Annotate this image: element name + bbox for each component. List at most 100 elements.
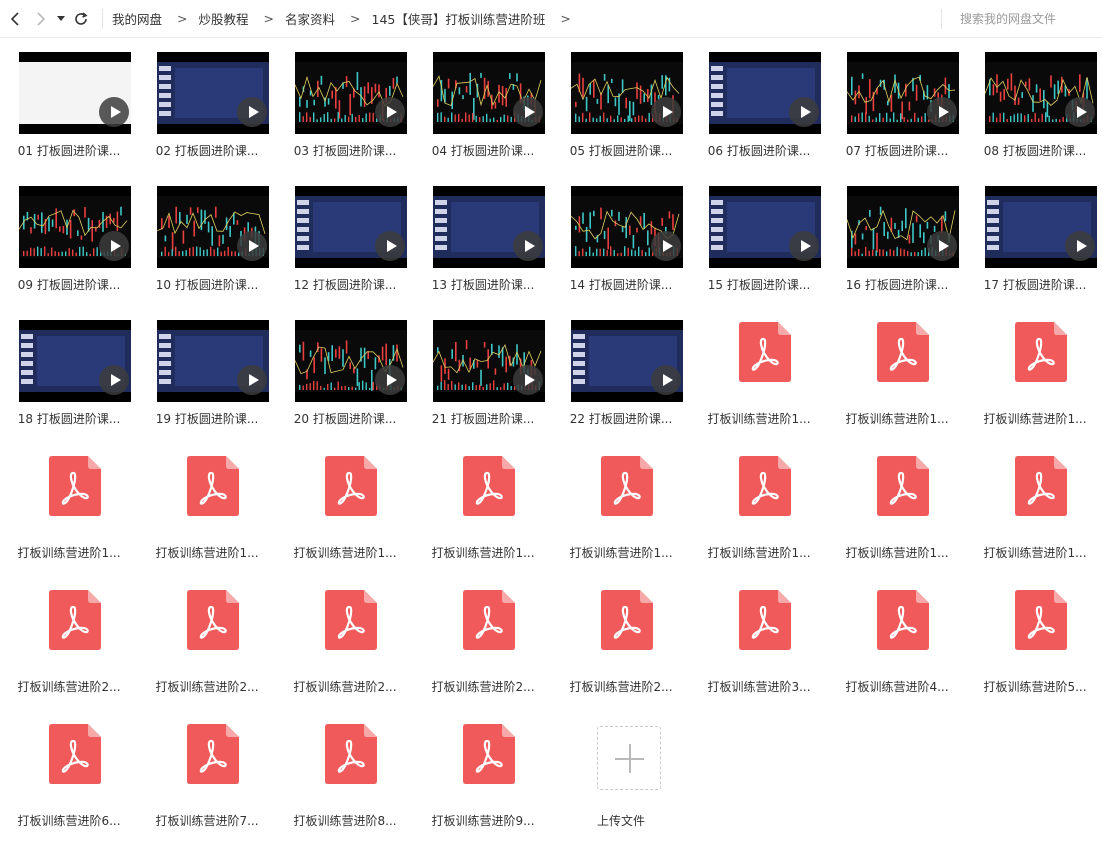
pdf-file-item[interactable]: 打板训练营进阶1... (0, 442, 138, 572)
pdf-file-item[interactable]: 打板训练营进阶2... (138, 576, 276, 706)
file-name-label: 20 打板圆进阶课... (293, 412, 397, 426)
pdf-file-item[interactable]: 打板训练营进阶1... (276, 442, 414, 572)
refresh-button[interactable] (68, 0, 94, 38)
video-file-item[interactable]: 14 打板圆进阶课... (552, 174, 690, 304)
video-thumbnail (19, 52, 131, 134)
file-name-label: 打板训练营进阶2... (17, 680, 121, 694)
file-name-label: 打板训练营进阶2... (293, 680, 397, 694)
pdf-file-item[interactable]: 打板训练营进阶5... (966, 576, 1102, 706)
pdf-file-item[interactable]: 打板训练营进阶7... (138, 710, 276, 840)
slide-sidebar (987, 200, 999, 254)
breadcrumb-item-famous-materials[interactable]: 名家资料 (285, 9, 335, 28)
pdf-file-item[interactable]: 打板训练营进阶3... (690, 576, 828, 706)
pdf-file-item[interactable]: 打板训练营进阶9... (414, 710, 552, 840)
slide-sidebar (711, 66, 723, 120)
file-name-label: 17 打板圆进阶课... (983, 278, 1087, 292)
pdf-icon (601, 456, 653, 516)
plus-icon (597, 726, 661, 790)
pdf-file-item[interactable]: 打板训练营进阶6... (0, 710, 138, 840)
breadcrumb-item-my-drive[interactable]: 我的网盘 (112, 9, 162, 28)
upload-file-tile[interactable]: 上传文件 (552, 710, 690, 840)
file-name-label: 打板训练营进阶1... (155, 546, 259, 560)
file-name-label: 打板训练营进阶3... (707, 680, 811, 694)
play-icon (651, 231, 681, 261)
pdf-file-item[interactable]: 打板训练营进阶4... (828, 576, 966, 706)
video-file-item[interactable]: 16 打板圆进阶课... (828, 174, 966, 304)
video-file-item[interactable]: 02 打板圆进阶课... (138, 40, 276, 170)
slide-sidebar (711, 200, 723, 254)
video-file-item[interactable]: 09 打板圆进阶课... (0, 174, 138, 304)
breadcrumb-separator: > (177, 11, 188, 26)
slide-sidebar (573, 334, 585, 388)
pdf-icon (463, 590, 515, 650)
search-input[interactable]: 搜索我的网盘文件 (941, 9, 1101, 29)
breadcrumb-item-current-folder[interactable]: 145【侠哥】打板训练营进阶班 (372, 9, 546, 28)
pdf-icon (877, 456, 929, 516)
play-icon (99, 365, 129, 395)
breadcrumb-separator: > (350, 11, 361, 26)
file-name-label: 打板训练营进阶1... (983, 546, 1087, 560)
video-thumbnail (295, 186, 407, 268)
file-name-label: 打板训练营进阶7... (155, 814, 259, 828)
play-icon (789, 231, 819, 261)
file-name-label: 03 打板圆进阶课... (293, 144, 397, 158)
video-file-item[interactable]: 10 打板圆进阶课... (138, 174, 276, 304)
video-file-item[interactable]: 18 打板圆进阶课... (0, 308, 138, 438)
pdf-file-item[interactable]: 打板训练营进阶1... (690, 442, 828, 572)
pdf-file-item[interactable]: 打板训练营进阶1... (690, 308, 828, 438)
pdf-file-item[interactable]: 打板训练营进阶2... (0, 576, 138, 706)
chevron-left-icon (10, 11, 19, 26)
pdf-file-item[interactable]: 打板训练营进阶2... (276, 576, 414, 706)
file-name-label: 打板训练营进阶1... (845, 412, 949, 426)
pdf-file-item[interactable]: 打板训练营进阶1... (414, 442, 552, 572)
pdf-icon (187, 590, 239, 650)
video-file-item[interactable]: 19 打板圆进阶课... (138, 308, 276, 438)
play-icon (513, 365, 543, 395)
video-file-item[interactable]: 08 打板圆进阶课... (966, 40, 1102, 170)
pdf-icon (739, 456, 791, 516)
pdf-icon (325, 590, 377, 650)
breadcrumb-separator: > (263, 11, 274, 26)
back-button[interactable] (2, 0, 28, 38)
video-file-item[interactable]: 07 打板圆进阶课... (828, 40, 966, 170)
video-file-item[interactable]: 06 打板圆进阶课... (690, 40, 828, 170)
play-icon (927, 97, 957, 127)
file-name-label: 打板训练营进阶2... (155, 680, 259, 694)
history-dropdown-button[interactable] (54, 0, 68, 38)
file-name-label: 打板训练营进阶4... (845, 680, 949, 694)
slide-sidebar (297, 200, 309, 254)
pdf-file-item[interactable]: 打板训练营进阶1... (552, 442, 690, 572)
forward-button[interactable] (28, 0, 54, 38)
pdf-file-item[interactable]: 打板训练营进阶1... (138, 442, 276, 572)
video-file-item[interactable]: 01 打板圆进阶课... (0, 40, 138, 170)
pdf-file-item[interactable]: 打板训练营进阶8... (276, 710, 414, 840)
video-file-item[interactable]: 05 打板圆进阶课... (552, 40, 690, 170)
pdf-file-item[interactable]: 打板训练营进阶1... (828, 442, 966, 572)
play-icon (375, 231, 405, 261)
pdf-file-item[interactable]: 打板训练营进阶1... (828, 308, 966, 438)
file-name-label: 12 打板圆进阶课... (293, 278, 397, 292)
play-icon (789, 97, 819, 127)
breadcrumb-item-stock-tutorials[interactable]: 炒股教程 (199, 9, 249, 28)
video-file-item[interactable]: 04 打板圆进阶课... (414, 40, 552, 170)
video-thumbnail (157, 320, 269, 402)
file-name-label: 打板训练营进阶2... (431, 680, 535, 694)
pdf-file-item[interactable]: 打板训练营进阶2... (552, 576, 690, 706)
pdf-file-item[interactable]: 打板训练营进阶2... (414, 576, 552, 706)
file-name-label: 05 打板圆进阶课... (569, 144, 673, 158)
video-thumbnail (847, 186, 959, 268)
video-file-item[interactable]: 17 打板圆进阶课... (966, 174, 1102, 304)
video-file-item[interactable]: 22 打板圆进阶课... (552, 308, 690, 438)
video-file-item[interactable]: 12 打板圆进阶课... (276, 174, 414, 304)
slide-sidebar (159, 66, 171, 120)
video-file-item[interactable]: 03 打板圆进阶课... (276, 40, 414, 170)
pdf-file-item[interactable]: 打板训练营进阶1... (966, 308, 1102, 438)
video-file-item[interactable]: 21 打板圆进阶课... (414, 308, 552, 438)
video-file-item[interactable]: 20 打板圆进阶课... (276, 308, 414, 438)
video-file-item[interactable]: 15 打板圆进阶课... (690, 174, 828, 304)
pdf-icon (463, 456, 515, 516)
video-file-item[interactable]: 13 打板圆进阶课... (414, 174, 552, 304)
file-name-label: 打板训练营进阶1... (431, 546, 535, 560)
pdf-file-item[interactable]: 打板训练营进阶1... (966, 442, 1102, 572)
file-name-label: 01 打板圆进阶课... (17, 144, 121, 158)
